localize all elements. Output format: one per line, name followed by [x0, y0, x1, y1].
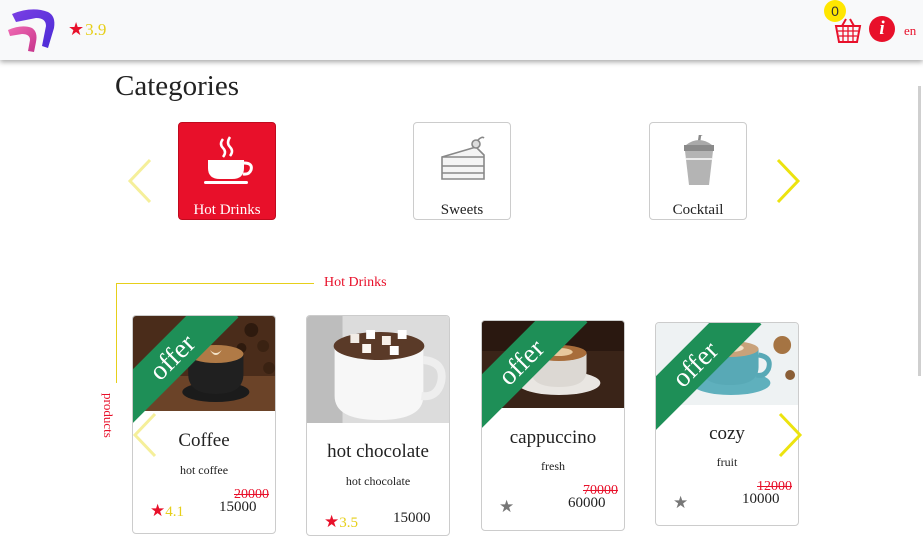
categories-next-arrow-icon[interactable] [774, 158, 802, 204]
product-rating: ★4.1 [150, 501, 184, 521]
products-next-arrow-icon[interactable] [776, 412, 804, 458]
product-rating: ★ [673, 493, 688, 513]
product-price: 10000 [742, 491, 780, 507]
cake-icon [441, 136, 485, 180]
star-icon: ★ [499, 497, 515, 516]
hot-cup-icon [204, 136, 253, 184]
product-description: hot chocolate [345, 474, 411, 488]
products-vertical-label: products [101, 393, 116, 438]
star-icon: ★ [324, 512, 340, 531]
product-rating: ★3.5 [324, 512, 358, 532]
section-title: Hot Drinks [324, 275, 387, 290]
rating-value: 3.9 [85, 20, 107, 39]
section-divider [116, 283, 314, 284]
product-price: 60000 [568, 495, 606, 511]
product-description: hot coffee [179, 463, 229, 477]
cocktail-icon [684, 135, 714, 185]
product-card-hot-chocolate[interactable]: hot chocolate hot chocolate 15000 ★3.5 [306, 315, 450, 536]
star-icon: ★ [150, 501, 166, 520]
hot-chocolate-image [307, 316, 449, 423]
category-label: Cocktail [672, 202, 724, 218]
star-icon: ★ [673, 493, 689, 512]
product-name: hot chocolate [327, 441, 429, 462]
product-card-cappuccino[interactable]: offer cappuccino fresh 70000 60000 ★ [481, 320, 625, 531]
category-label: Sweets [440, 202, 484, 218]
star-icon: ★ [68, 19, 85, 39]
product-rating-value: 4.1 [165, 504, 184, 520]
page-scrollbar[interactable] [918, 86, 921, 376]
product-rating: ★ [499, 497, 514, 517]
categories-title: Categories [115, 70, 240, 102]
product-rating-value: 3.5 [339, 515, 358, 531]
top-navbar: ★3.9 0 i en [0, 0, 923, 60]
categories-prev-arrow-icon[interactable] [126, 158, 154, 204]
section-divider [116, 283, 117, 383]
category-cocktail[interactable]: Cocktail [649, 122, 747, 220]
category-label: Hot Drinks [193, 202, 261, 218]
product-price: 15000 [393, 510, 431, 526]
product-price: 15000 [219, 499, 257, 515]
cart-count-badge: 0 [824, 0, 846, 22]
product-description: fresh [541, 459, 565, 473]
info-icon[interactable]: i [869, 16, 895, 42]
products-prev-arrow-icon[interactable] [131, 412, 159, 458]
language-switch[interactable]: en [904, 23, 916, 39]
product-name: cappuccino [509, 427, 597, 448]
category-sweets[interactable]: Sweets [413, 122, 511, 220]
app-logo-icon[interactable] [6, 4, 60, 56]
restaurant-rating: ★3.9 [68, 19, 106, 40]
category-hot-drinks[interactable]: Hot Drinks [178, 122, 276, 220]
